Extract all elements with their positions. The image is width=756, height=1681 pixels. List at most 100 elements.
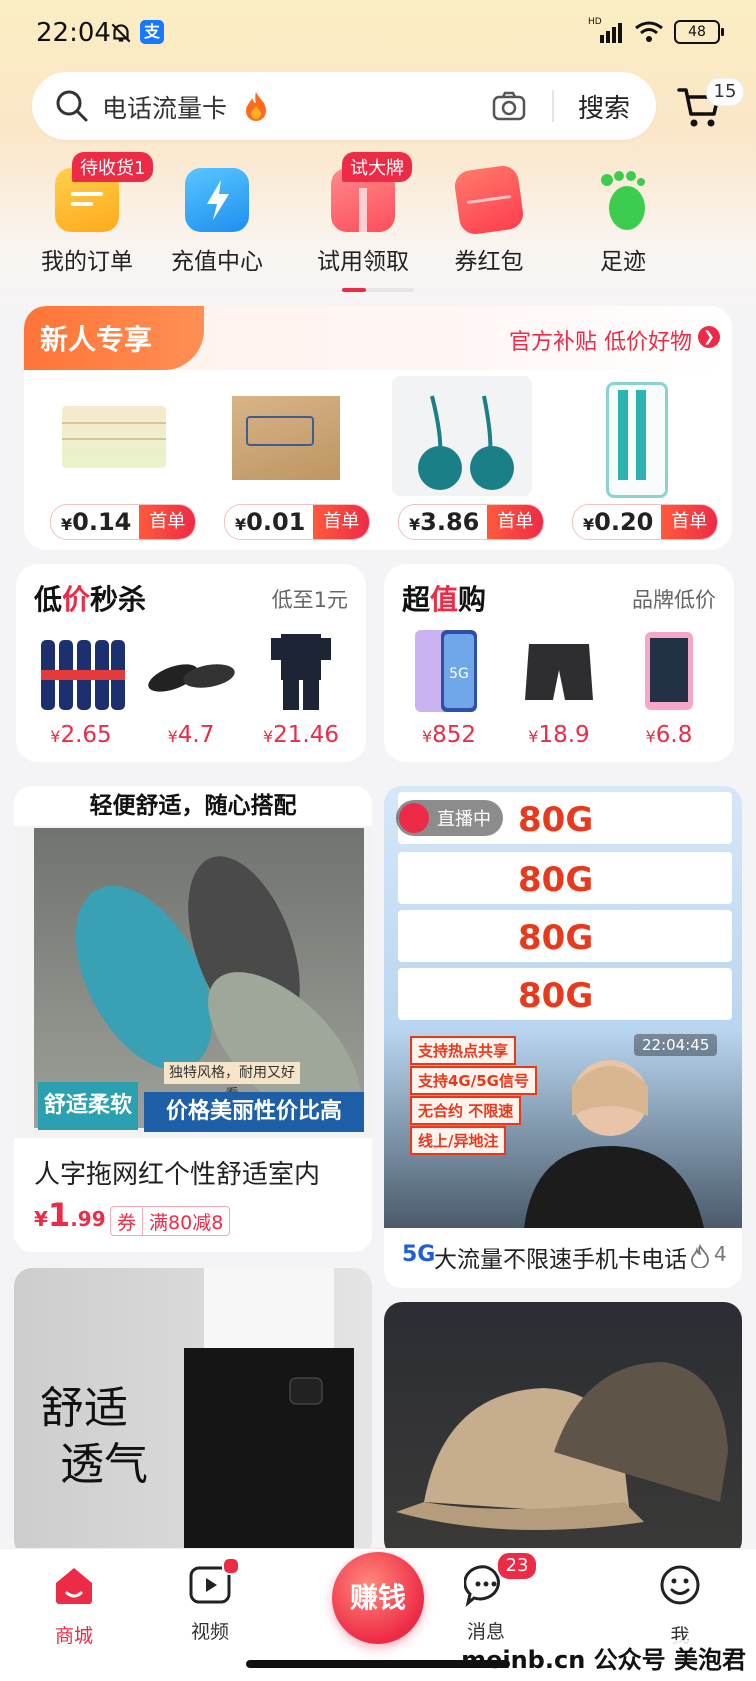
shortcut-my-orders[interactable]: 我的订单 待收货1	[22, 152, 154, 276]
price-pill: ¥3.86 首单	[398, 504, 545, 540]
shortcut-label: 我的订单	[41, 249, 133, 275]
currency-symbol: ¥	[50, 727, 61, 746]
mute-icon	[111, 23, 131, 43]
price-value: 21.46	[273, 722, 340, 748]
price-decimal: .99	[70, 1207, 106, 1231]
flash-sale-title: 低价秒杀	[34, 578, 146, 618]
live-label: 直播中	[437, 809, 491, 830]
coupon-text: 满80减8	[149, 1211, 224, 1234]
value-buy-title: 超值购	[402, 578, 486, 618]
price-value: 6.8	[655, 722, 693, 748]
price-value: 2.65	[60, 722, 112, 748]
shortcut-coupons[interactable]: 券红包	[424, 160, 554, 276]
currency-symbol: ¥	[262, 727, 274, 746]
product-title: 人字拖网红个性舒适室内	[34, 1160, 321, 1190]
product-card-shorts[interactable]: 舒适 透气	[14, 1268, 372, 1558]
nav-video[interactable]: 视频	[160, 1557, 260, 1644]
recharge-icon	[185, 168, 249, 232]
product-image	[33, 626, 129, 716]
live-stream-card[interactable]: 80G 80G 80G 80G 直播中 22:04:45 支持热点共享 支持4G…	[384, 786, 742, 1288]
video-icon	[188, 1557, 240, 1607]
flash-sale-card[interactable]: 低价秒杀 低至1元 ¥2.65 ¥4.7 ¥21.46	[16, 564, 366, 762]
flash-sale-item[interactable]: ¥4.7	[136, 626, 246, 756]
first-order-tag: 首单	[313, 505, 370, 539]
currency-symbol: ¥	[34, 1207, 48, 1231]
arrow-right-icon[interactable]: ❯	[698, 326, 720, 348]
product-image	[253, 626, 349, 716]
shortcut-recharge-center[interactable]: 充值中心	[152, 160, 282, 276]
product-card-slippers[interactable]: 轻便舒适，随心搭配 舒适柔软 独特风格，耐用又好看 价格美丽性价比高 人字拖网红…	[14, 786, 372, 1252]
new-user-subtitle[interactable]: 官方补贴 低价好物	[509, 324, 692, 356]
currency-symbol: ¥	[645, 727, 656, 746]
price-value: 18.9	[538, 722, 590, 748]
product-banner-text: 轻便舒适，随心搭配	[14, 786, 372, 826]
value-buy-item[interactable]: 5G ¥852	[394, 626, 504, 756]
shortcut-footprints[interactable]: 足迹	[558, 160, 688, 276]
earn-money-button[interactable]: 赚钱	[332, 1552, 424, 1644]
currency-symbol: ¥	[583, 515, 595, 534]
alipay-icon: 支	[140, 20, 164, 44]
live-sticker: 支持热点共享	[410, 1036, 517, 1065]
shortcut-label: 试用领取	[317, 249, 409, 275]
nav-label: 视频	[190, 1621, 229, 1643]
coupon-icon	[452, 163, 526, 237]
product-image: 轻便舒适，随心搭配 舒适柔软 独特风格，耐用又好看 价格美丽性价比高	[14, 786, 372, 1138]
product-image	[384, 1302, 742, 1558]
product-card-cap[interactable]	[384, 1302, 742, 1558]
product-image: 舒适 透气	[14, 1268, 372, 1558]
home-icon	[56, 1568, 92, 1604]
new-user-section[interactable]: 新人专享 官方补贴 低价好物 ❯ ¥0.14 首单 ¥0.01 首单 ¥3.86	[24, 306, 732, 550]
new-user-item[interactable]: ¥0.01 首单	[204, 368, 372, 548]
coupon-badge: 券满80减8	[110, 1206, 231, 1236]
value-buy-card[interactable]: 超值购 品牌低价 5G ¥852 ¥18.9 ¥6.8	[384, 564, 734, 762]
product-image	[392, 376, 532, 496]
fire-icon	[246, 92, 266, 121]
shortcut-row: 我的订单 待收货1 充值中心 试用领取 试大牌 券红包 足迹	[0, 152, 756, 280]
price-value: 4.7	[177, 722, 215, 748]
battery-icon: 48	[674, 20, 724, 44]
first-order-tag: 首单	[139, 505, 196, 539]
shortcut-trial[interactable]: 试用领取 试大牌	[298, 152, 428, 276]
host-figure	[524, 1060, 704, 1228]
message-count-badge: 23	[496, 1551, 538, 1581]
data-plan-size: 80G	[518, 860, 594, 900]
product-image: 5G	[401, 626, 497, 716]
smiley-icon	[660, 1565, 700, 1605]
currency-symbol: ¥	[528, 727, 539, 746]
value-buy-item[interactable]: ¥6.8	[614, 626, 724, 756]
shortcut-label: 充值中心	[171, 249, 263, 275]
home-indicator[interactable]	[246, 1660, 510, 1668]
new-user-item[interactable]: ¥0.14 首单	[30, 368, 198, 548]
notification-dot	[222, 1557, 240, 1575]
camera-icon[interactable]	[492, 90, 526, 122]
first-order-tag: 首单	[487, 505, 544, 539]
new-user-title: 新人专享	[40, 323, 153, 356]
nav-messages[interactable]: 23 消息	[436, 1551, 538, 1644]
flash-sale-item[interactable]: ¥21.46	[246, 626, 356, 756]
search-bar[interactable]: 电话流量卡 搜索	[32, 72, 656, 140]
title-part: 价	[62, 583, 91, 616]
flash-sale-item[interactable]: ¥2.65	[26, 626, 136, 756]
heat-count: 4	[714, 1242, 727, 1266]
price-pill: ¥0.20 首单	[572, 504, 719, 540]
search-input[interactable]: 电话流量卡	[102, 89, 227, 125]
overlay-subtag: 独特风格，耐用又好看	[164, 1062, 300, 1103]
svg-text:5G: 5G	[449, 666, 469, 682]
new-user-item[interactable]: ¥3.86 首单	[378, 368, 546, 548]
search-divider	[552, 90, 554, 122]
new-user-item[interactable]: ¥0.20 首单	[552, 368, 720, 548]
flash-sale-subtitle: 低至1元	[271, 588, 348, 612]
wifi-icon	[635, 21, 663, 42]
coupon-label: 券	[111, 1207, 144, 1235]
currency-symbol: ¥	[409, 515, 421, 534]
value-buy-item[interactable]: ¥18.9	[504, 626, 614, 756]
data-plan-size: 80G	[518, 918, 594, 958]
nav-mall[interactable]: 商城	[24, 1563, 124, 1648]
title-part: 秒杀	[90, 583, 147, 616]
search-button[interactable]: 搜索	[578, 88, 630, 125]
data-plan-size: 80G	[518, 800, 594, 840]
title-part: 超	[402, 583, 431, 616]
status-bar: 22:04 支 HD 48	[0, 0, 756, 70]
nav-me[interactable]: 我	[630, 1563, 730, 1648]
title-part: 值	[430, 583, 459, 616]
